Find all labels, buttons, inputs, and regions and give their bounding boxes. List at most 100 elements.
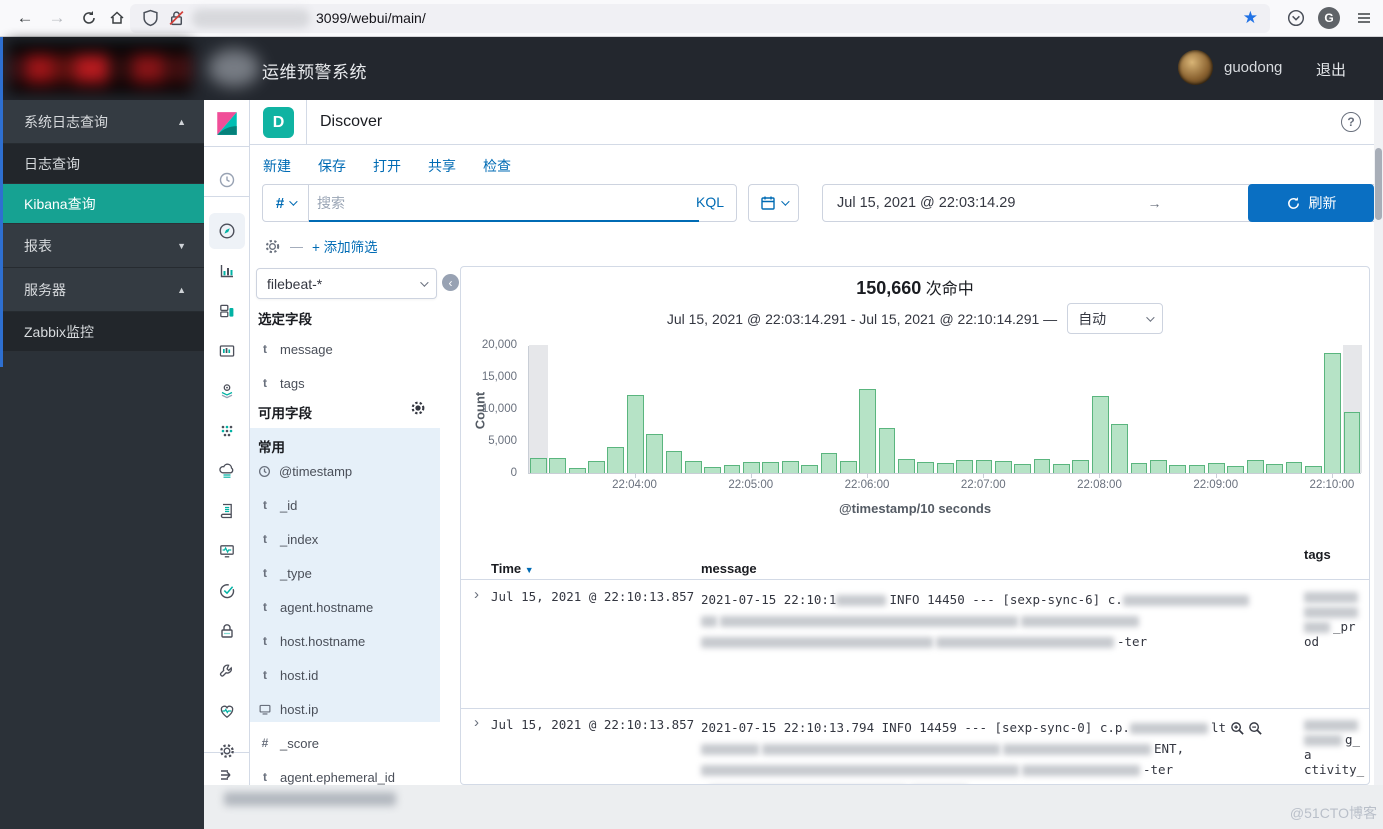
- field-host.ip[interactable]: host.ip: [258, 700, 318, 718]
- field-host.id[interactable]: thost.id: [258, 666, 318, 684]
- collapse-fields-button[interactable]: ‹: [442, 274, 459, 291]
- histogram-bar[interactable]: [937, 463, 954, 473]
- histogram-bar[interactable]: [685, 461, 702, 473]
- column-header-time[interactable]: Time ▼: [491, 561, 534, 576]
- histogram-bar[interactable]: [1072, 460, 1089, 473]
- field-tags[interactable]: ttags: [258, 374, 305, 392]
- toolbar-link-3[interactable]: 打开: [373, 156, 401, 176]
- expand-row-icon[interactable]: ›: [474, 714, 479, 731]
- histogram-bar[interactable]: [859, 389, 876, 473]
- histogram-bar[interactable]: [1266, 464, 1283, 473]
- rail-canvas[interactable]: [209, 333, 245, 369]
- filter-options-gear-icon[interactable]: [264, 238, 281, 255]
- query-language-badge[interactable]: KQL: [696, 194, 724, 210]
- rail-logs[interactable]: [209, 493, 245, 529]
- histogram-bar[interactable]: [821, 453, 838, 473]
- browser-back-icon[interactable]: ←: [12, 5, 38, 31]
- filter-out-value-icon[interactable]: [1248, 721, 1263, 736]
- index-pattern-select[interactable]: filebeat-*: [256, 268, 437, 299]
- sidebar-item-1[interactable]: 系统日志查询▲: [0, 100, 204, 144]
- sidebar-item-4[interactable]: 报表▼: [0, 224, 204, 268]
- hamburger-menu-icon[interactable]: [1351, 5, 1377, 31]
- field-agent.hostname[interactable]: tagent.hostname: [258, 598, 373, 616]
- browser-home-icon[interactable]: [104, 5, 130, 31]
- histogram-bar[interactable]: [666, 451, 683, 473]
- histogram-bar[interactable]: [1344, 412, 1361, 473]
- add-filter-link[interactable]: + 添加筛选: [312, 236, 378, 256]
- fields-settings-gear-icon[interactable]: [410, 400, 426, 416]
- histogram-bar[interactable]: [530, 458, 547, 473]
- column-header-tags[interactable]: tags: [1304, 547, 1331, 562]
- url-text[interactable]: 3099/webui/main/: [316, 10, 426, 26]
- url-bar[interactable]: 3099/webui/main/ ★: [130, 4, 1270, 33]
- histogram-bar[interactable]: [704, 467, 721, 473]
- rail-management[interactable]: [209, 733, 245, 769]
- rail-apm[interactable]: [209, 533, 245, 569]
- lock-insecure-icon[interactable]: [168, 9, 185, 32]
- histogram-bar[interactable]: [1169, 465, 1186, 473]
- browser-reload-icon[interactable]: [76, 5, 102, 31]
- bookmark-star-icon[interactable]: ★: [1243, 8, 1258, 28]
- help-icon[interactable]: ?: [1341, 112, 1361, 132]
- histogram-bar[interactable]: [1014, 464, 1031, 473]
- field-_id[interactable]: t_id: [258, 496, 297, 514]
- toolbar-link-5[interactable]: 检查: [483, 156, 511, 176]
- histogram-bar[interactable]: [743, 462, 760, 473]
- histogram-bar[interactable]: [1111, 424, 1128, 473]
- histogram-bar[interactable]: [995, 461, 1012, 473]
- field-_type[interactable]: t_type: [258, 564, 312, 582]
- pocket-icon[interactable]: [1283, 5, 1309, 31]
- toolbar-link-1[interactable]: 新建: [263, 156, 291, 176]
- time-range-start[interactable]: Jul 15, 2021 @ 22:03:14.29: [837, 195, 1015, 211]
- toolbar-link-2[interactable]: 保存: [318, 156, 346, 176]
- refresh-button[interactable]: 刷新: [1248, 184, 1374, 222]
- vertical-scrollbar[interactable]: [1374, 100, 1383, 785]
- rail-discover[interactable]: [209, 213, 245, 249]
- rail-recently-viewed[interactable]: [209, 162, 245, 198]
- rail-machine-learning[interactable]: [209, 413, 245, 449]
- logout-button[interactable]: 退出: [1316, 59, 1346, 80]
- histogram-bar[interactable]: [1286, 462, 1303, 473]
- histogram-bar[interactable]: [879, 428, 896, 473]
- histogram-bar[interactable]: [1053, 464, 1070, 473]
- scrollbar-thumb[interactable]: [1375, 148, 1382, 220]
- expand-row-icon[interactable]: ›: [474, 586, 479, 603]
- field-host.hostname[interactable]: thost.hostname: [258, 632, 365, 650]
- rail-dev-tools[interactable]: [209, 653, 245, 689]
- sidebar-item-3[interactable]: Kibana查询: [0, 184, 204, 224]
- histogram-bar[interactable]: [724, 465, 741, 473]
- histogram-bar[interactable]: [569, 468, 586, 473]
- browser-profile-avatar[interactable]: G: [1316, 5, 1342, 31]
- histogram-bar[interactable]: [917, 462, 934, 473]
- histogram-bar[interactable]: [782, 461, 799, 473]
- interval-select[interactable]: 自动: [1067, 303, 1163, 334]
- rail-siem[interactable]: [209, 613, 245, 649]
- sidebar-item-2[interactable]: 日志查询: [0, 144, 204, 184]
- column-header-message[interactable]: message: [701, 561, 757, 576]
- histogram-bar[interactable]: [762, 462, 779, 473]
- histogram-bar[interactable]: [801, 465, 818, 473]
- histogram-bar[interactable]: [976, 460, 993, 473]
- field-agent.ephemeral_id[interactable]: tagent.ephemeral_id: [258, 768, 395, 786]
- histogram-bar[interactable]: [1034, 459, 1051, 473]
- field-_index[interactable]: t_index: [258, 530, 318, 548]
- user-avatar[interactable]: [1178, 50, 1213, 85]
- field-_score[interactable]: #_score: [258, 734, 319, 752]
- sidebar-item-5[interactable]: 服务器▲: [0, 268, 204, 312]
- saved-query-menu-button[interactable]: #: [263, 185, 309, 221]
- histogram-bar[interactable]: [588, 461, 605, 473]
- rail-dashboard[interactable]: [209, 293, 245, 329]
- histogram-bar[interactable]: [840, 461, 857, 473]
- field-@timestamp[interactable]: @timestamp: [258, 462, 352, 480]
- toolbar-link-4[interactable]: 共享: [428, 156, 456, 176]
- sidebar-item-6[interactable]: Zabbix监控: [0, 312, 204, 352]
- browser-forward-icon[interactable]: →: [44, 5, 70, 31]
- kibana-logo[interactable]: [209, 106, 245, 142]
- date-picker-quick-menu-button[interactable]: [748, 184, 799, 222]
- rail-uptime[interactable]: [209, 573, 245, 609]
- histogram-bar[interactable]: [1092, 396, 1109, 473]
- histogram-bar[interactable]: [1227, 466, 1244, 473]
- histogram-bar[interactable]: [607, 447, 624, 473]
- rail-visualize[interactable]: [209, 253, 245, 289]
- histogram-bar[interactable]: [1324, 353, 1341, 473]
